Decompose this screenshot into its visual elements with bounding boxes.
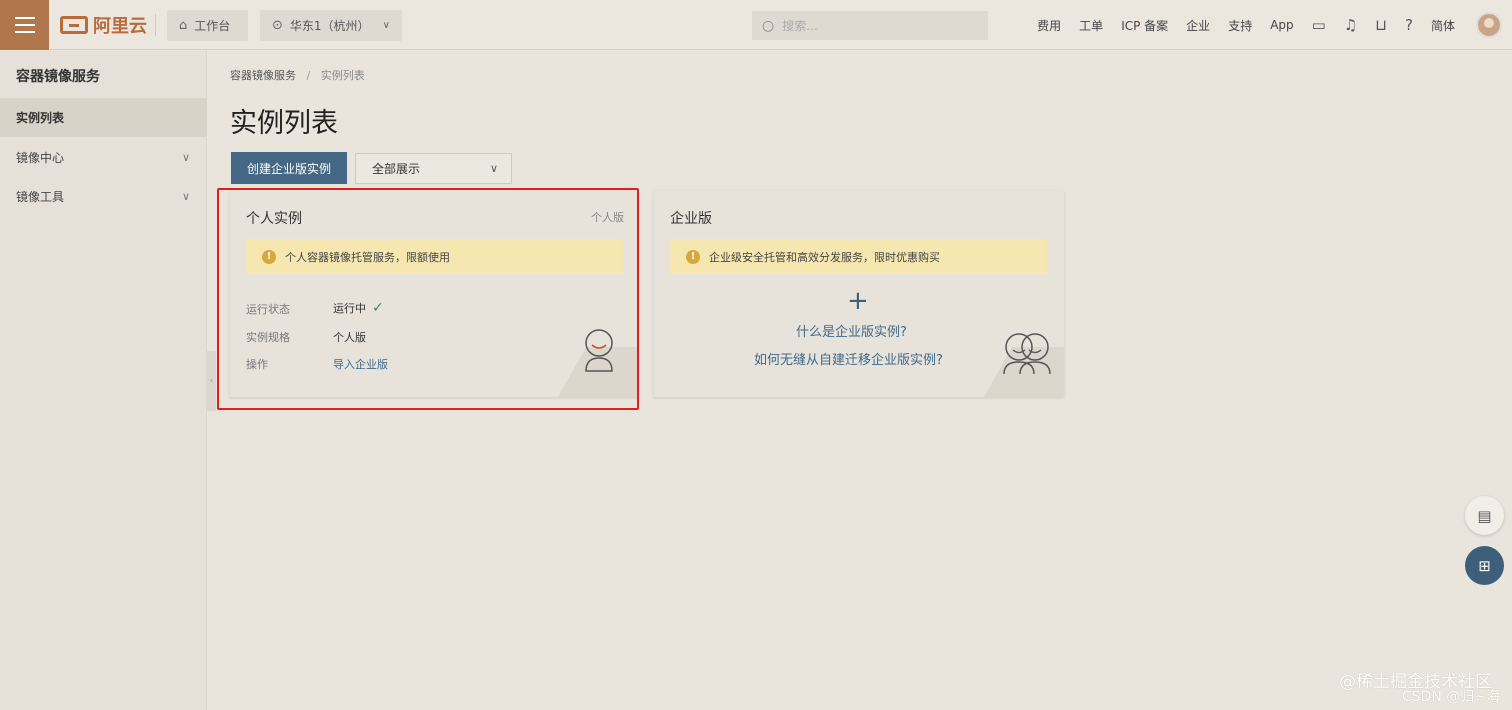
sidebar-item-instance-list[interactable]: 实例列表 <box>0 98 207 137</box>
aliyun-logo[interactable]: 阿里云 <box>60 13 147 37</box>
highlight-box <box>217 188 639 410</box>
apps-icon[interactable]: ⊞ <box>1465 546 1504 585</box>
language-switch[interactable]: 简体 <box>1422 17 1464 34</box>
migrate-enterprise-link[interactable]: 如何无缝从自建迁移企业版实例? <box>754 349 943 368</box>
create-enterprise-instance-button[interactable]: 创建企业版实例 <box>231 152 347 184</box>
region-label: 华东1（杭州） <box>289 19 370 33</box>
breadcrumb: 容器镜像服务 / 实例列表 <box>230 67 365 83</box>
breadcrumb-root[interactable]: 容器镜像服务 <box>230 69 296 82</box>
divider <box>155 14 156 36</box>
filter-select[interactable]: 全部展示 ∨ <box>355 153 512 184</box>
sidebar: 容器镜像服务 实例列表 镜像中心 ∨ 镜像工具 ∨ <box>0 51 207 710</box>
nav-app[interactable]: App <box>1261 18 1302 32</box>
nav-support[interactable]: 支持 <box>1219 17 1261 34</box>
nav-tickets[interactable]: 工单 <box>1070 17 1112 34</box>
sidebar-item-label: 镜像工具 <box>16 190 65 204</box>
warning-icon: ! <box>686 249 700 264</box>
nav-icp[interactable]: ICP 备案 <box>1112 17 1177 34</box>
sidebar-item-image-tools[interactable]: 镜像工具 ∨ <box>0 177 207 216</box>
top-nav: 费用 工单 ICP 备案 企业 支持 App ▭ ♫ ⊔ ? 简体 <box>1028 0 1512 50</box>
logo-text: 阿里云 <box>93 16 147 37</box>
sidebar-title: 容器镜像服务 <box>16 69 100 85</box>
nav-enterprise[interactable]: 企业 <box>1177 17 1219 34</box>
search-placeholder: 搜索... <box>782 19 818 33</box>
location-icon: ⊙ <box>272 18 283 33</box>
notice-banner: ! 企业级安全托管和高效分发服务，限时优惠购买 <box>670 239 1047 274</box>
search-icon: ○ <box>762 17 775 34</box>
chevron-down-icon: ∨ <box>181 190 190 203</box>
cart-icon[interactable]: ⊔ <box>1366 16 1396 34</box>
hamburger-icon <box>14 17 35 33</box>
what-is-enterprise-link[interactable]: 什么是企业版实例? <box>796 321 907 340</box>
help-icon[interactable]: ? <box>1396 16 1422 34</box>
sidebar-item-label: 实例列表 <box>16 111 65 125</box>
team-icon <box>1003 333 1051 375</box>
chevron-down-icon: ∨ <box>489 162 498 175</box>
search-input[interactable]: ○ 搜索... <box>752 11 988 40</box>
avatar[interactable] <box>1476 12 1502 38</box>
notice-text: 企业级安全托管和高效分发服务，限时优惠购买 <box>709 250 940 264</box>
card-title: 企业版 <box>670 211 712 227</box>
watermark-csdn: CSDN @归~海 <box>1401 689 1500 705</box>
home-icon: ⌂ <box>179 18 188 33</box>
menu-button[interactable] <box>0 0 49 50</box>
region-selector[interactable]: ⊙ 华东1（杭州） ∨ <box>260 10 402 41</box>
sidebar-item-image-center[interactable]: 镜像中心 ∨ <box>0 138 207 177</box>
chevron-down-icon: ∨ <box>181 151 190 164</box>
filter-select-value: 全部展示 <box>372 162 421 176</box>
aliyun-logo-icon <box>60 16 88 34</box>
plus-icon[interactable]: + <box>847 286 869 316</box>
chevron-down-icon: ∨ <box>382 20 390 31</box>
enterprise-instance-card[interactable]: 企业版 ! 企业级安全托管和高效分发服务，限时优惠购买 + 什么是企业版实例? … <box>654 191 1064 397</box>
nav-fees[interactable]: 费用 <box>1028 17 1070 34</box>
page-title: 实例列表 <box>230 108 338 139</box>
chat-icon[interactable]: ▤ <box>1465 496 1504 535</box>
bell-icon[interactable]: ♫ <box>1335 16 1366 34</box>
breadcrumb-current: 实例列表 <box>320 69 365 82</box>
sidebar-item-label: 镜像中心 <box>16 151 65 165</box>
top-bar: 阿里云 ⌂ 工作台 ⊙ 华东1（杭州） ∨ ○ 搜索... 费用 工单 ICP … <box>0 0 1512 50</box>
workbench-button[interactable]: ⌂ 工作台 <box>167 10 248 41</box>
terminal-icon[interactable]: ▭ <box>1303 16 1335 34</box>
breadcrumb-separator: / <box>306 69 311 82</box>
workbench-label: 工作台 <box>194 19 231 33</box>
sidebar-collapse-handle[interactable]: ‹ <box>207 351 216 411</box>
